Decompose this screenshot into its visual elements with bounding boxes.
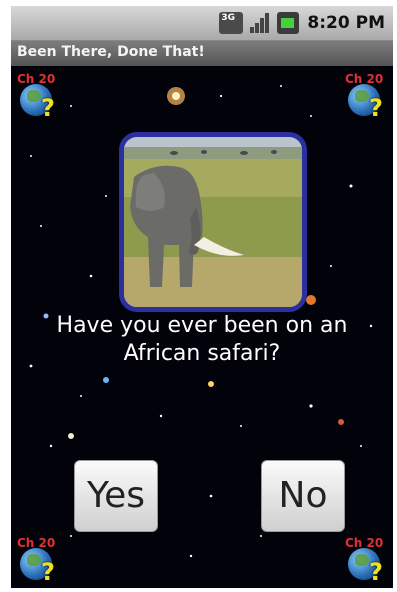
safari-photo — [119, 132, 307, 312]
app-title: Been There, Done That! — [17, 44, 205, 60]
phone-screen: 3G 8:20 PM Been There, Done That! Ch 20 … — [11, 6, 393, 588]
signal-strength-icon — [249, 12, 271, 34]
question-mark-icon: ? — [369, 558, 383, 586]
question-text: Have you ever been on an African safari? — [56, 313, 348, 366]
status-clock: 8:20 PM — [307, 13, 385, 33]
status-icons: 3G 8:20 PM — [219, 11, 385, 35]
question-mark-icon: ? — [369, 94, 383, 122]
battery-icon — [277, 12, 300, 34]
yes-button[interactable]: Yes — [74, 460, 158, 532]
chapter-badge-bottom-right: Ch 20 ? — [345, 536, 384, 586]
no-button[interactable]: No — [261, 460, 345, 532]
question-mark-icon: ? — [41, 558, 55, 586]
app-title-bar: Been There, Done That! — [11, 41, 393, 66]
status-bar: 3G 8:20 PM — [11, 6, 393, 41]
chapter-badge-top-right: Ch 20 ? — [345, 72, 384, 122]
chapter-badge-bottom-left: Ch 20 ? — [17, 536, 56, 586]
main-content: Ch 20 ? Ch 20 ? Ch 20 ? Ch 20 ? Have you… — [11, 66, 393, 588]
chapter-badge-top-left: Ch 20 ? — [17, 72, 56, 122]
data-network-icon: 3G — [219, 12, 244, 34]
elephant-image — [124, 137, 302, 307]
question-mark-icon: ? — [41, 94, 55, 122]
